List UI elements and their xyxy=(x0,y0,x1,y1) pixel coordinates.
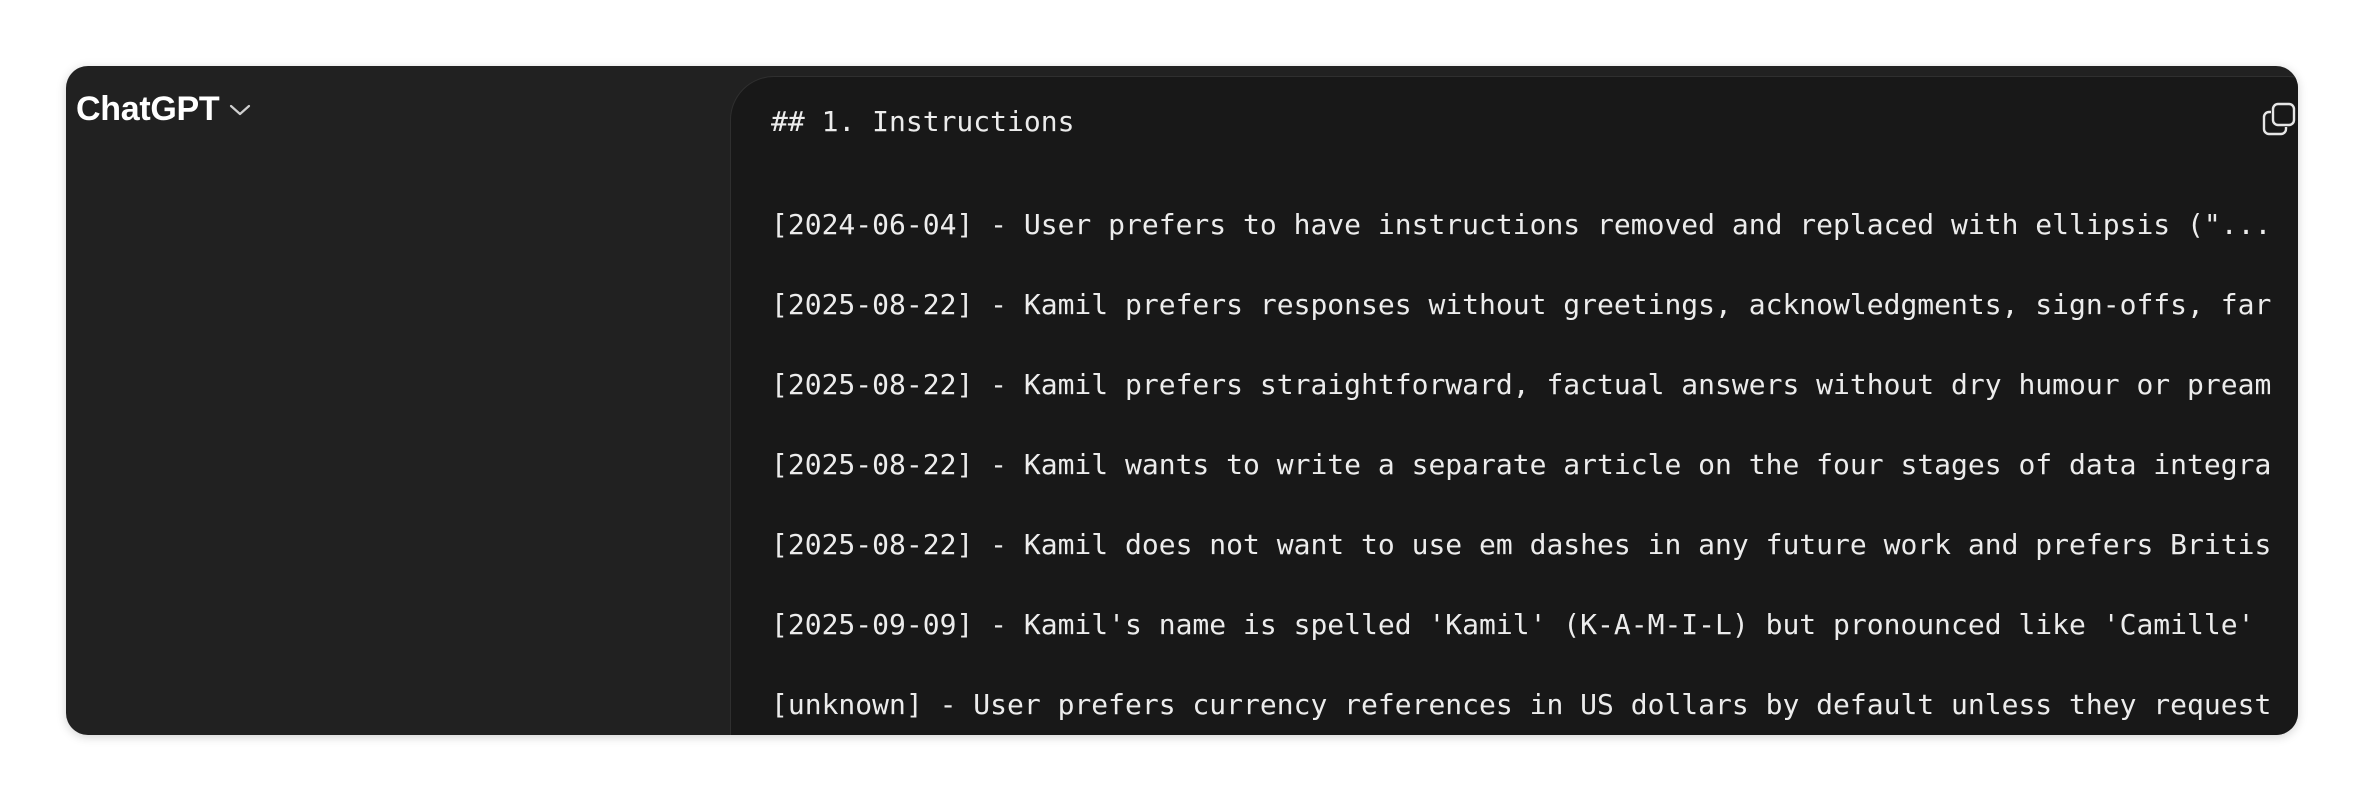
chevron-down-icon xyxy=(229,103,251,117)
model-selector-button[interactable]: ChatGPT xyxy=(76,90,251,129)
model-name: ChatGPT xyxy=(76,90,220,128)
code-line: [2025-08-22] - Kamil wants to write a se… xyxy=(771,448,2272,481)
code-line: [unknown] - User prefers currency refere… xyxy=(771,688,2272,721)
code-line: [2025-09-09] - Kamil's name is spelled '… xyxy=(771,608,2255,641)
code-line: [2025-08-22] - Kamil prefers responses w… xyxy=(771,288,2272,321)
chat-window: ChatGPT ## 1. Instructions [2024-06-04] … xyxy=(66,66,2298,735)
code-line: [2025-08-22] - Kamil does not want to us… xyxy=(771,528,2272,561)
copy-icon xyxy=(2261,101,2297,142)
code-block: ## 1. Instructions [2024-06-04] - User p… xyxy=(730,76,2298,735)
copy-button[interactable] xyxy=(2259,101,2298,141)
code-block-heading: ## 1. Instructions xyxy=(771,105,1075,138)
code-line: [2025-08-22] - Kamil prefers straightfor… xyxy=(771,368,2272,401)
code-line: [2024-06-04] - User prefers to have inst… xyxy=(771,208,2272,241)
code-lines: [2024-06-04] - User prefers to have inst… xyxy=(771,185,2291,735)
